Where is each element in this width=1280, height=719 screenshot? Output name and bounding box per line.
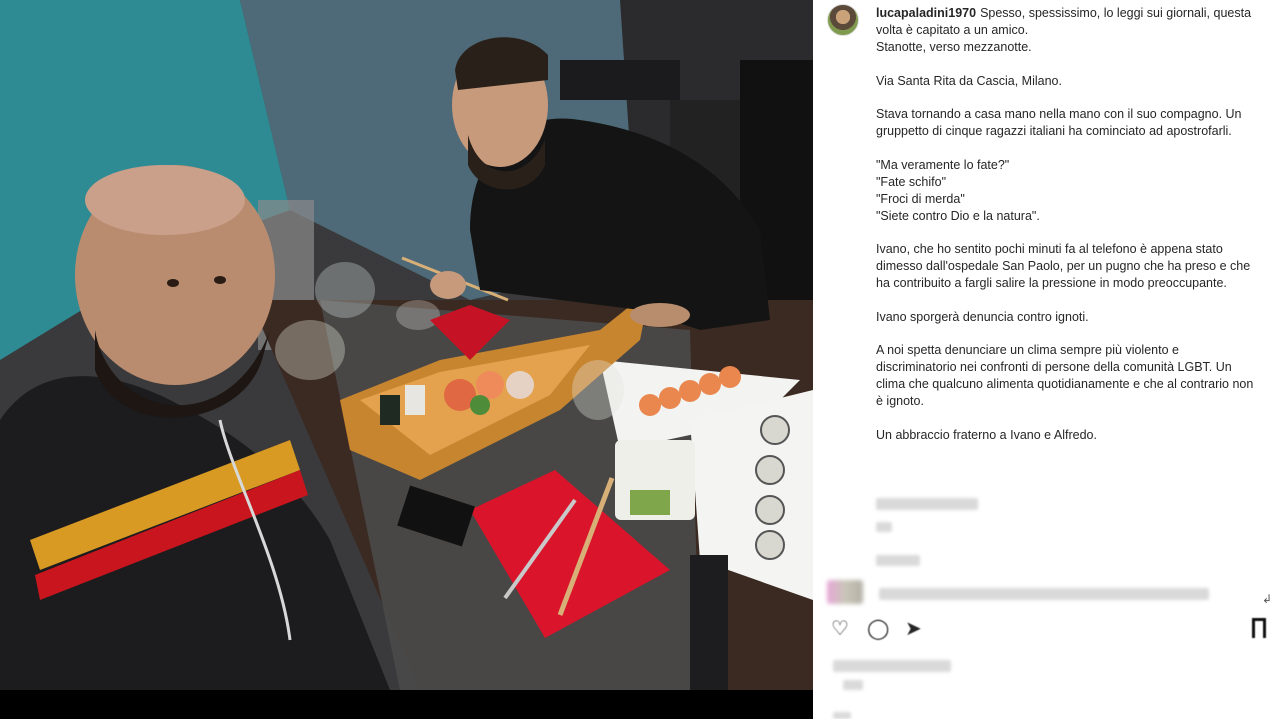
- caption-first-paragraph: lucapaladini1970 Spesso, spessissimo, lo …: [876, 5, 1261, 56]
- caption-paragraph: A noi spetta denunciare un clima sempre …: [876, 343, 1254, 408]
- post-caption: lucapaladini1970 Spesso, spessissimo, lo …: [876, 5, 1261, 460]
- reply-icon[interactable]: ↲: [1262, 592, 1272, 606]
- username-link[interactable]: lucapaladini1970: [876, 6, 976, 20]
- profile-avatar[interactable]: [827, 4, 859, 36]
- caption-paragraph: Ivano sporgerà denuncia contro ignoti.: [876, 309, 1089, 324]
- caption-paragraph: Un abbraccio fraterno a Ivano e Alfredo.: [876, 427, 1097, 442]
- comment-row[interactable]: [827, 580, 1267, 608]
- share-icon[interactable]: ➤: [905, 618, 927, 640]
- blurred-text: [876, 555, 920, 566]
- selfie-image: [0, 0, 813, 719]
- blurred-text: [876, 522, 892, 532]
- caption-paragraph: Stava tornando a casa mano nella mano co…: [876, 107, 1242, 138]
- action-bar: ♡ ◯ ➤: [831, 618, 1271, 642]
- post-photo[interactable]: [0, 0, 813, 719]
- caption-paragraph: Ivano, che ho sentito pochi minuti fa al…: [876, 242, 1251, 290]
- blurred-date: [843, 680, 863, 690]
- caption-paragraph: Via Santa Rita da Cascia, Milano.: [876, 73, 1062, 88]
- blurred-footer: [833, 712, 851, 719]
- commenter-avatar[interactable]: [827, 580, 863, 604]
- caption-line-2: Stanotte, verso mezzanotte.: [876, 40, 1032, 54]
- blurred-likes: [833, 660, 951, 672]
- caption-paragraph: "Ma veramente lo fate?" "Fate schifo" "F…: [876, 157, 1040, 223]
- blurred-comment: [879, 588, 1209, 600]
- caption-panel: lucapaladini1970 Spesso, spessissimo, lo …: [813, 0, 1280, 719]
- blurred-hashtags: [876, 498, 978, 510]
- comment-icon[interactable]: ◯: [867, 618, 889, 640]
- heart-icon[interactable]: ♡: [831, 618, 853, 640]
- bookmark-icon[interactable]: [1252, 618, 1266, 638]
